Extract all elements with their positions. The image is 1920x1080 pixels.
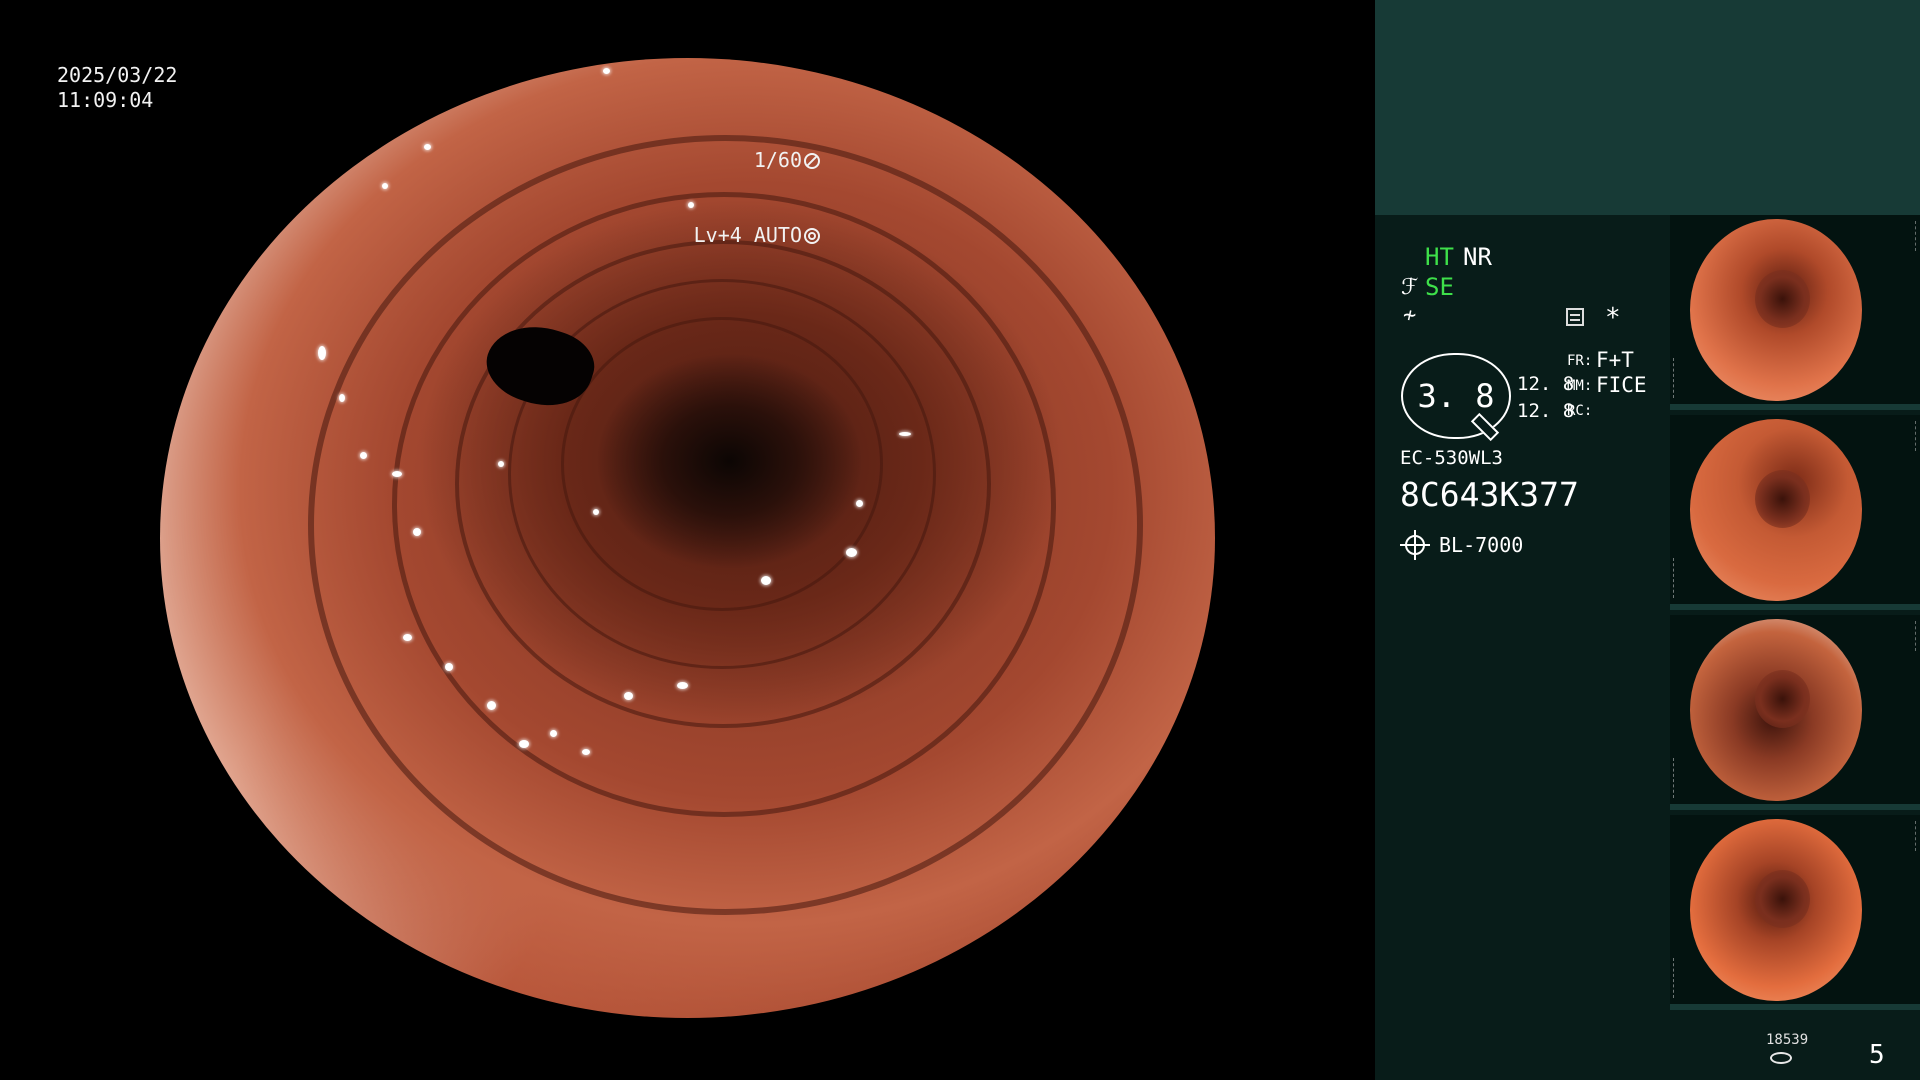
settings-icon [1566, 308, 1584, 326]
storage-icon [1770, 1052, 1792, 1064]
date-time-overlay: 2025/03/22 11:09:04 [57, 63, 177, 113]
light-source-model: BL-7000 [1439, 533, 1524, 557]
mm-value: FICE [1596, 373, 1647, 397]
image-count: 18539 [1766, 1032, 1809, 1048]
endoscopy-screen: 2025/03/22 11:09:04 1/60 Lv+4 AUTO HT NR… [0, 0, 1920, 1080]
date-text: 2025/03/22 [57, 63, 178, 87]
shutter-speed: 1/60 [753, 148, 802, 172]
zoom-value: 3. 8 [1417, 377, 1495, 415]
thumbnail-overlay-text [1673, 758, 1696, 798]
value-1: 12. 8 [1517, 373, 1575, 395]
thumbnail-2[interactable] [1670, 415, 1920, 610]
specular-highlight [392, 470, 403, 477]
zoom-badge: 3. 8 [1401, 353, 1511, 442]
thumbnail-3[interactable] [1670, 615, 1920, 810]
specular-highlight [444, 662, 453, 671]
specular-highlight [624, 691, 634, 700]
thumbnail-image [1690, 219, 1862, 401]
mode-nr: NR [1463, 243, 1492, 271]
shutter-line: 1/60 [694, 148, 820, 173]
thumbnail-image [1690, 419, 1862, 601]
mm-label: MM: [1567, 378, 1593, 394]
specular-highlight [603, 67, 611, 74]
specular-highlight [845, 547, 857, 557]
specular-highlight [687, 202, 694, 208]
asterisk-marker: * [1605, 303, 1621, 333]
structure-enhance-icon: ℱ [1401, 275, 1419, 300]
mode-se: SE [1425, 273, 1454, 301]
settings-column: HT NR ℱ SE ≁ * 3. 8 12. 8 12. 8 FR: MM: … [1375, 215, 1670, 1080]
live-endoscope-view: 2025/03/22 11:09:04 1/60 Lv+4 AUTO [0, 0, 1375, 1080]
time-text: 11:09:04 [57, 88, 154, 112]
fr-value: F+T [1596, 348, 1634, 372]
shutter-icon [804, 153, 820, 169]
info-panel: HT NR ℱ SE ≁ * 3. 8 12. 8 12. 8 FR: MM: … [1375, 0, 1920, 1080]
mucosa-fold [560, 317, 884, 612]
rc-label: RC: [1567, 403, 1593, 419]
specular-highlight [856, 499, 864, 507]
thumbnail-overlay-text [1903, 421, 1916, 451]
thumbnail-image [1690, 819, 1862, 1001]
specular-highlight [676, 682, 688, 689]
thumbnail-overlay-text [1903, 221, 1916, 251]
specular-highlight [423, 144, 431, 151]
fr-label: FR: [1567, 353, 1593, 369]
specular-highlight [381, 182, 388, 189]
specular-highlight [518, 739, 529, 748]
mode-ht: HT [1425, 243, 1454, 271]
thumbnail-overlay-text [1673, 958, 1696, 998]
specular-highlight [318, 346, 327, 360]
specular-highlight [497, 461, 504, 468]
thumbnail-1[interactable] [1670, 215, 1920, 410]
page-number: 5 [1869, 1040, 1885, 1070]
thumbnail-strip [1670, 215, 1920, 1015]
exposure-overlay: 1/60 Lv+4 AUTO [694, 98, 820, 298]
specular-highlight [402, 634, 412, 641]
value-2: 12. 8 [1517, 400, 1575, 422]
thumbnail-overlay-text [1673, 558, 1696, 598]
thumbnail-overlay-text [1673, 358, 1696, 398]
thumbnail-overlay-text [1903, 821, 1916, 851]
iris-line: Lv+4 AUTO [694, 223, 820, 248]
scope-serial: 8C643K377 [1400, 475, 1579, 514]
freeze-icon: ≁ [1403, 303, 1417, 328]
iris-level: Lv+4 AUTO [693, 223, 802, 247]
endoscope-image [160, 58, 1215, 1018]
scope-model: EC-530WL3 [1400, 447, 1503, 469]
light-source-icon [1400, 530, 1430, 560]
thumbnail-image [1690, 619, 1862, 801]
thumbnail-4[interactable] [1670, 815, 1920, 1010]
iris-auto-icon [804, 228, 820, 244]
thumbnail-overlay-text [1903, 621, 1916, 651]
specular-highlight [592, 509, 599, 516]
magnifier-icon [1470, 412, 1500, 442]
panel-header-area [1375, 0, 1920, 215]
